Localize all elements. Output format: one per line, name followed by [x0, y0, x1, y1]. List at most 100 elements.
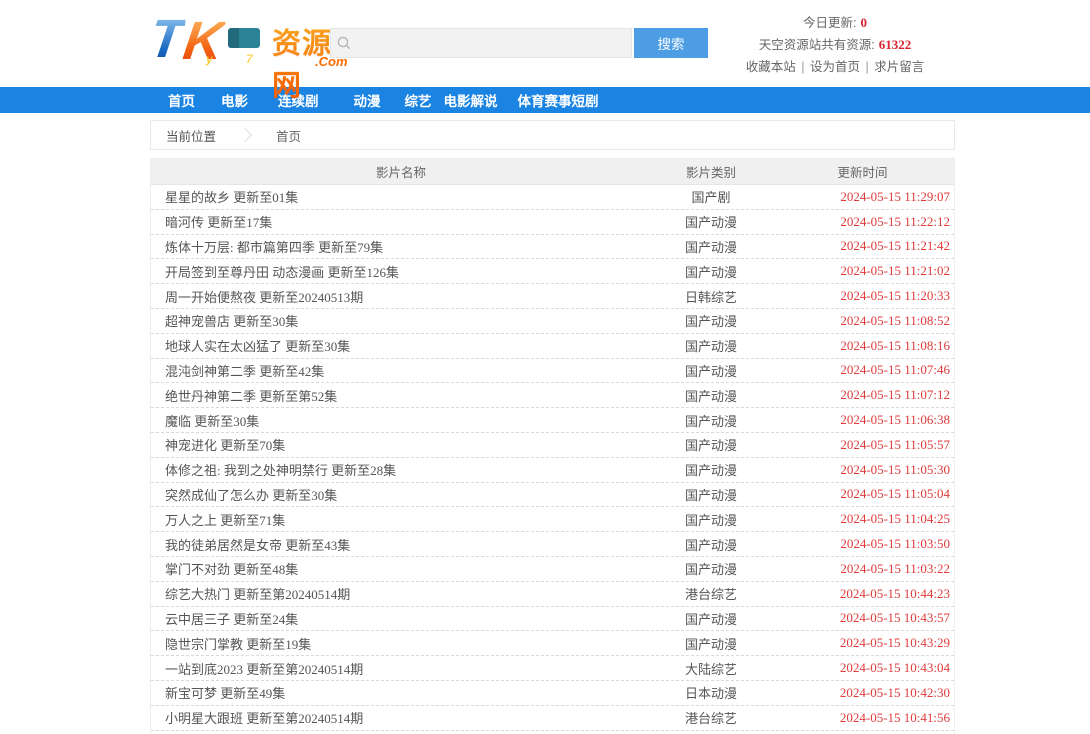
table-row[interactable]: 综艺大热门 更新至第20240514期 港台综艺 2024-05-15 10:4…: [151, 582, 954, 607]
table-row[interactable]: 周一开始便熬夜 更新至20240513期 日韩综艺 2024-05-15 11:…: [151, 284, 954, 309]
video-category: 国产动漫: [651, 262, 771, 281]
breadcrumb-home-link[interactable]: 首页: [276, 126, 301, 145]
video-category: 国产动漫: [651, 460, 771, 479]
video-title-link[interactable]: 我的徒弟居然是女帝 更新至43集: [151, 535, 651, 554]
table-row[interactable]: 星星的故乡 更新至01集 国产剧 2024-05-15 11:29:07: [151, 185, 954, 210]
video-title-link[interactable]: 体修之祖: 我到之处神明禁行 更新至28集: [151, 460, 651, 479]
video-title-link[interactable]: 综艺大热门 更新至第20240514期: [151, 584, 651, 603]
video-title-link[interactable]: 万人之上 更新至71集: [151, 510, 651, 529]
video-category: 国产动漫: [651, 361, 771, 380]
logo-letter-k: K: [180, 12, 227, 70]
site-stats: 今日更新:0 天空资源站共有资源:61322 收藏本站 | 设为首页 | 求片留…: [715, 12, 955, 78]
table-row[interactable]: 云中居三子 更新至24集 国产动漫 2024-05-15 10:43:57: [151, 607, 954, 632]
column-header-category: 影片类别: [651, 162, 771, 181]
nav-item[interactable]: 体育赛事: [518, 90, 572, 110]
search-icon: [331, 35, 357, 51]
video-title-link[interactable]: 周一开始便熬夜 更新至20240513期: [151, 287, 651, 306]
site-logo[interactable]: T K y 7 资源网 .Com: [150, 10, 360, 72]
breadcrumb-label: 当前位置: [166, 126, 216, 145]
page: { "header": { "logo": { "t": "T", "k": "…: [0, 0, 1090, 734]
video-title-link[interactable]: 混沌剑神第二季 更新至42集: [151, 361, 651, 380]
today-update-value: 0: [860, 15, 867, 30]
table-row[interactable]: 万人之上 更新至71集 国产动漫 2024-05-15 11:04:25: [151, 507, 954, 532]
video-updated-time: 2024-05-15 11:03:50: [771, 536, 954, 552]
nav-item[interactable]: 短剧: [572, 90, 599, 110]
video-title-link[interactable]: 云中居三子 更新至24集: [151, 609, 651, 628]
video-title-link[interactable]: 暗河传 更新至17集: [151, 212, 651, 231]
video-title-link[interactable]: 魔临 更新至30集: [151, 411, 651, 430]
table-row[interactable]: 超神宠兽店 更新至30集 国产动漫 2024-05-15 11:08:52: [151, 309, 954, 334]
table-row[interactable]: 体修之祖: 我到之处神明禁行 更新至28集 国产动漫 2024-05-15 11…: [151, 458, 954, 483]
video-category: 国产动漫: [651, 237, 771, 256]
video-title-link[interactable]: 开局签到至尊丹田 动态漫画 更新至126集: [151, 262, 651, 281]
table-row[interactable]: 隐世宗门掌教 更新至19集 国产动漫 2024-05-15 10:43:29: [151, 631, 954, 656]
table-row[interactable]: 地球人实在太凶猛了 更新至30集 国产动漫 2024-05-15 11:08:1…: [151, 334, 954, 359]
nav-item[interactable]: 电影: [221, 90, 248, 110]
table-row[interactable]: 绝世丹神第二季 更新至第52集 国产动漫 2024-05-15 11:07:12: [151, 383, 954, 408]
video-updated-time: 2024-05-15 11:06:38: [771, 412, 954, 428]
table-row[interactable]: 一站到底2023 更新至第20240514期 大陆综艺 2024-05-15 1…: [151, 656, 954, 681]
table-row[interactable]: 小明星大跟班 更新至第20240514期 港台综艺 2024-05-15 10:…: [151, 706, 954, 731]
quick-link-separator: |: [862, 60, 872, 74]
table-row[interactable]: 神宠进化 更新至70集 国产动漫 2024-05-15 11:05:57: [151, 433, 954, 458]
nav-item[interactable]: 电影解说: [444, 90, 498, 110]
video-title-link[interactable]: 掌门不对劲 更新至48集: [151, 559, 651, 578]
total-resources-value: 61322: [879, 37, 912, 52]
video-category: 国产动漫: [651, 411, 771, 430]
video-title-link[interactable]: 小明星大跟班 更新至第20240514期: [151, 708, 651, 727]
logo-badge: [228, 28, 260, 48]
table-row[interactable]: 开局签到至尊丹田 动态漫画 更新至126集 国产动漫 2024-05-15 11…: [151, 259, 954, 284]
nav-item[interactable]: 综艺: [405, 90, 432, 110]
table-row[interactable]: 仙逆 动态漫画 更新至82集 国产动漫 2024-05-15 10:41:20: [151, 731, 954, 734]
video-title-link[interactable]: 地球人实在太凶猛了 更新至30集: [151, 336, 651, 355]
quick-link[interactable]: 收藏本站: [746, 60, 796, 74]
table-row[interactable]: 混沌剑神第二季 更新至42集 国产动漫 2024-05-15 11:07:46: [151, 359, 954, 384]
video-updated-time: 2024-05-15 11:04:25: [771, 511, 954, 527]
video-title-link[interactable]: 炼体十万层: 都市篇第四季 更新至79集: [151, 237, 651, 256]
search-input[interactable]: [357, 30, 631, 56]
video-updated-time: 2024-05-15 11:20:33: [771, 288, 954, 304]
video-title-link[interactable]: 绝世丹神第二季 更新至第52集: [151, 386, 651, 405]
video-category: 国产动漫: [651, 634, 771, 653]
table-row[interactable]: 掌门不对劲 更新至48集 国产动漫 2024-05-15 11:03:22: [151, 557, 954, 582]
nav-item[interactable]: 首页: [168, 90, 195, 110]
today-update-label: 今日更新:: [803, 16, 856, 30]
video-updated-time: 2024-05-15 11:29:07: [771, 189, 954, 205]
video-category: 国产动漫: [651, 336, 771, 355]
video-updated-time: 2024-05-15 11:03:22: [771, 561, 954, 577]
video-title-link[interactable]: 隐世宗门掌教 更新至19集: [151, 634, 651, 653]
video-title-link[interactable]: 新宝可梦 更新至49集: [151, 683, 651, 702]
today-update-stat: 今日更新: 0: [715, 12, 955, 34]
table-row[interactable]: 魔临 更新至30集 国产动漫 2024-05-15 11:06:38: [151, 408, 954, 433]
video-category: 大陆综艺: [651, 659, 771, 678]
quick-link[interactable]: 设为首页: [810, 60, 860, 74]
video-title-link[interactable]: 超神宠兽店 更新至30集: [151, 311, 651, 330]
video-updated-time: 2024-05-15 11:22:12: [771, 214, 954, 230]
video-category: 国产动漫: [651, 510, 771, 529]
video-category: 日韩综艺: [651, 287, 771, 306]
video-title-link[interactable]: 神宠进化 更新至70集: [151, 435, 651, 454]
video-title-link[interactable]: 星星的故乡 更新至01集: [151, 187, 651, 206]
search-input-wrap[interactable]: [330, 28, 632, 58]
total-resources-label: 天空资源站共有资源:: [759, 38, 875, 52]
video-title-link[interactable]: 突然成仙了怎么办 更新至30集: [151, 485, 651, 504]
search-bar: 搜索: [330, 28, 708, 58]
video-updated-time: 2024-05-15 11:21:02: [771, 263, 954, 279]
table-row[interactable]: 炼体十万层: 都市篇第四季 更新至79集 国产动漫 2024-05-15 11:…: [151, 235, 954, 260]
table-header-row: 影片名称 影片类别 更新时间: [151, 159, 954, 185]
table-row[interactable]: 新宝可梦 更新至49集 日本动漫 2024-05-15 10:42:30: [151, 681, 954, 706]
video-updated-time: 2024-05-15 10:43:57: [771, 610, 954, 626]
video-title-link[interactable]: 一站到底2023 更新至第20240514期: [151, 659, 651, 678]
video-updated-time: 2024-05-15 10:42:30: [771, 685, 954, 701]
search-button[interactable]: 搜索: [634, 28, 708, 58]
table-row[interactable]: 突然成仙了怎么办 更新至30集 国产动漫 2024-05-15 11:05:04: [151, 483, 954, 508]
video-category: 国产动漫: [651, 311, 771, 330]
video-category: 国产动漫: [651, 386, 771, 405]
table-row[interactable]: 我的徒弟居然是女帝 更新至43集 国产动漫 2024-05-15 11:03:5…: [151, 532, 954, 557]
video-updated-time: 2024-05-15 10:41:56: [771, 710, 954, 726]
quick-link[interactable]: 求片留言: [874, 60, 924, 74]
video-category: 国产动漫: [651, 485, 771, 504]
table-row[interactable]: 暗河传 更新至17集 国产动漫 2024-05-15 11:22:12: [151, 210, 954, 235]
video-updated-time: 2024-05-15 11:05:04: [771, 486, 954, 502]
video-category: 国产动漫: [651, 559, 771, 578]
